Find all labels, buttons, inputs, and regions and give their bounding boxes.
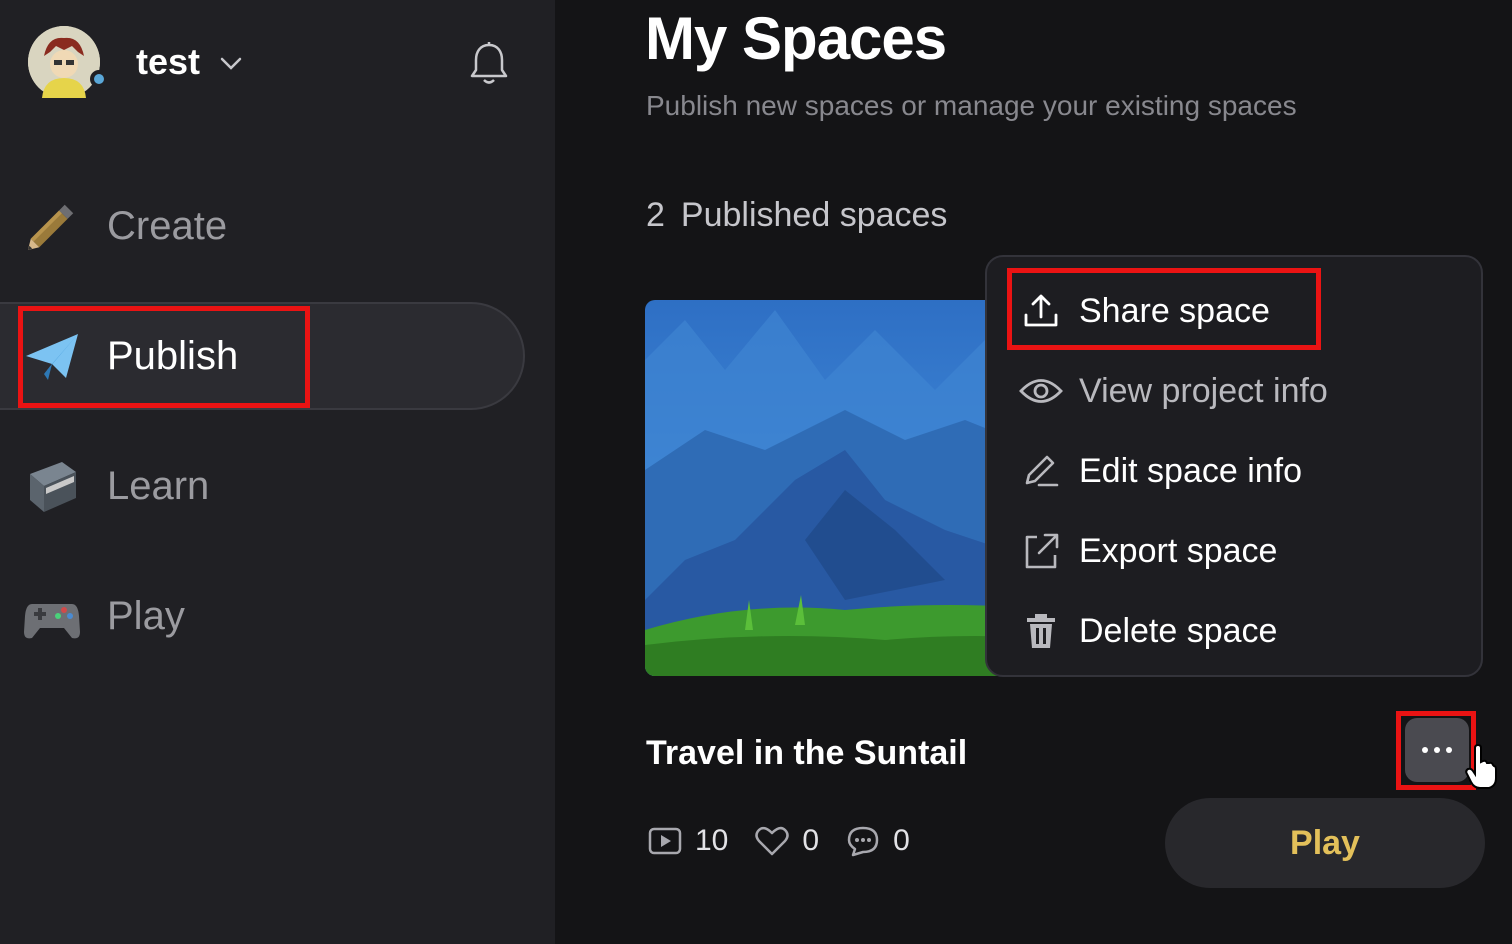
comments-stat: 0: [845, 824, 910, 858]
comment-icon: [847, 826, 879, 857]
chevron-down-icon[interactable]: [220, 57, 242, 71]
likes-stat: 0: [754, 824, 819, 858]
dot: [1434, 747, 1440, 753]
sidebar-item-label: Publish: [107, 333, 239, 378]
online-status-dot: [90, 70, 108, 88]
book-icon: [30, 462, 76, 512]
dot: [1422, 747, 1428, 753]
sidebar: test Create Publish Learn Play: [0, 0, 555, 944]
dot: [1446, 747, 1452, 753]
paper-plane-icon: [26, 334, 78, 380]
username: test: [136, 41, 201, 82]
hand-cursor-icon: [1465, 744, 1497, 789]
menu-item-share-space[interactable]: Share space: [1019, 281, 1270, 341]
page-title: My Spaces: [645, 5, 947, 72]
published-count: 2: [646, 196, 665, 234]
heart-icon: [755, 826, 790, 856]
menu-item-label: Delete space: [1079, 611, 1278, 650]
play-views-icon: [648, 827, 682, 855]
menu-item-export-space[interactable]: Export space: [1019, 521, 1277, 581]
page-subtitle: Publish new spaces or manage your existi…: [646, 90, 1297, 121]
comments-count: 0: [893, 824, 910, 857]
avatar[interactable]: [28, 26, 108, 98]
likes-count: 0: [802, 824, 820, 857]
gamepad-icon: [24, 604, 80, 639]
sidebar-item-label: Learn: [107, 463, 210, 508]
space-context-menu: Share space View project info Edit space…: [985, 255, 1483, 677]
sidebar-item-label: Create: [107, 203, 228, 248]
more-options-button[interactable]: [1405, 718, 1469, 782]
sidebar-item-publish[interactable]: Publish: [0, 302, 525, 410]
play-button[interactable]: Play: [1165, 798, 1485, 888]
views-count: 10: [695, 824, 729, 857]
main-content: My Spaces Publish new spaces or manage y…: [555, 0, 1512, 944]
sidebar-item-play[interactable]: Play: [0, 562, 525, 670]
menu-item-delete-space[interactable]: Delete space: [1019, 601, 1277, 661]
space-title[interactable]: Travel in the Suntail: [646, 734, 967, 773]
export-icon: [1019, 529, 1063, 573]
eye-icon: [1019, 369, 1063, 413]
upload-icon: [1019, 289, 1063, 333]
pencil-icon: [1019, 449, 1063, 493]
sidebar-item-create[interactable]: Create: [0, 172, 525, 280]
sidebar-item-label: Play: [107, 593, 185, 638]
menu-item-edit-space-info[interactable]: Edit space info: [1019, 441, 1302, 501]
published-count-label: Published spaces: [680, 196, 948, 234]
menu-item-label: Export space: [1079, 531, 1278, 570]
user-profile[interactable]: test: [28, 26, 242, 98]
menu-item-view-project-info[interactable]: View project info: [1019, 361, 1328, 421]
sidebar-item-learn[interactable]: Learn: [0, 432, 525, 540]
pencil-icon: [27, 204, 74, 251]
menu-item-label: Edit space info: [1079, 451, 1303, 490]
published-count-heading: 2 Published spaces: [646, 196, 947, 235]
views-stat: 10: [647, 824, 728, 858]
menu-item-label: View project info: [1079, 371, 1328, 410]
bell-icon[interactable]: [466, 40, 512, 86]
space-stats: 10 0 0: [647, 824, 936, 858]
menu-item-label: Share space: [1079, 291, 1270, 330]
trash-icon: [1019, 609, 1063, 653]
avatar-image: [28, 26, 100, 98]
